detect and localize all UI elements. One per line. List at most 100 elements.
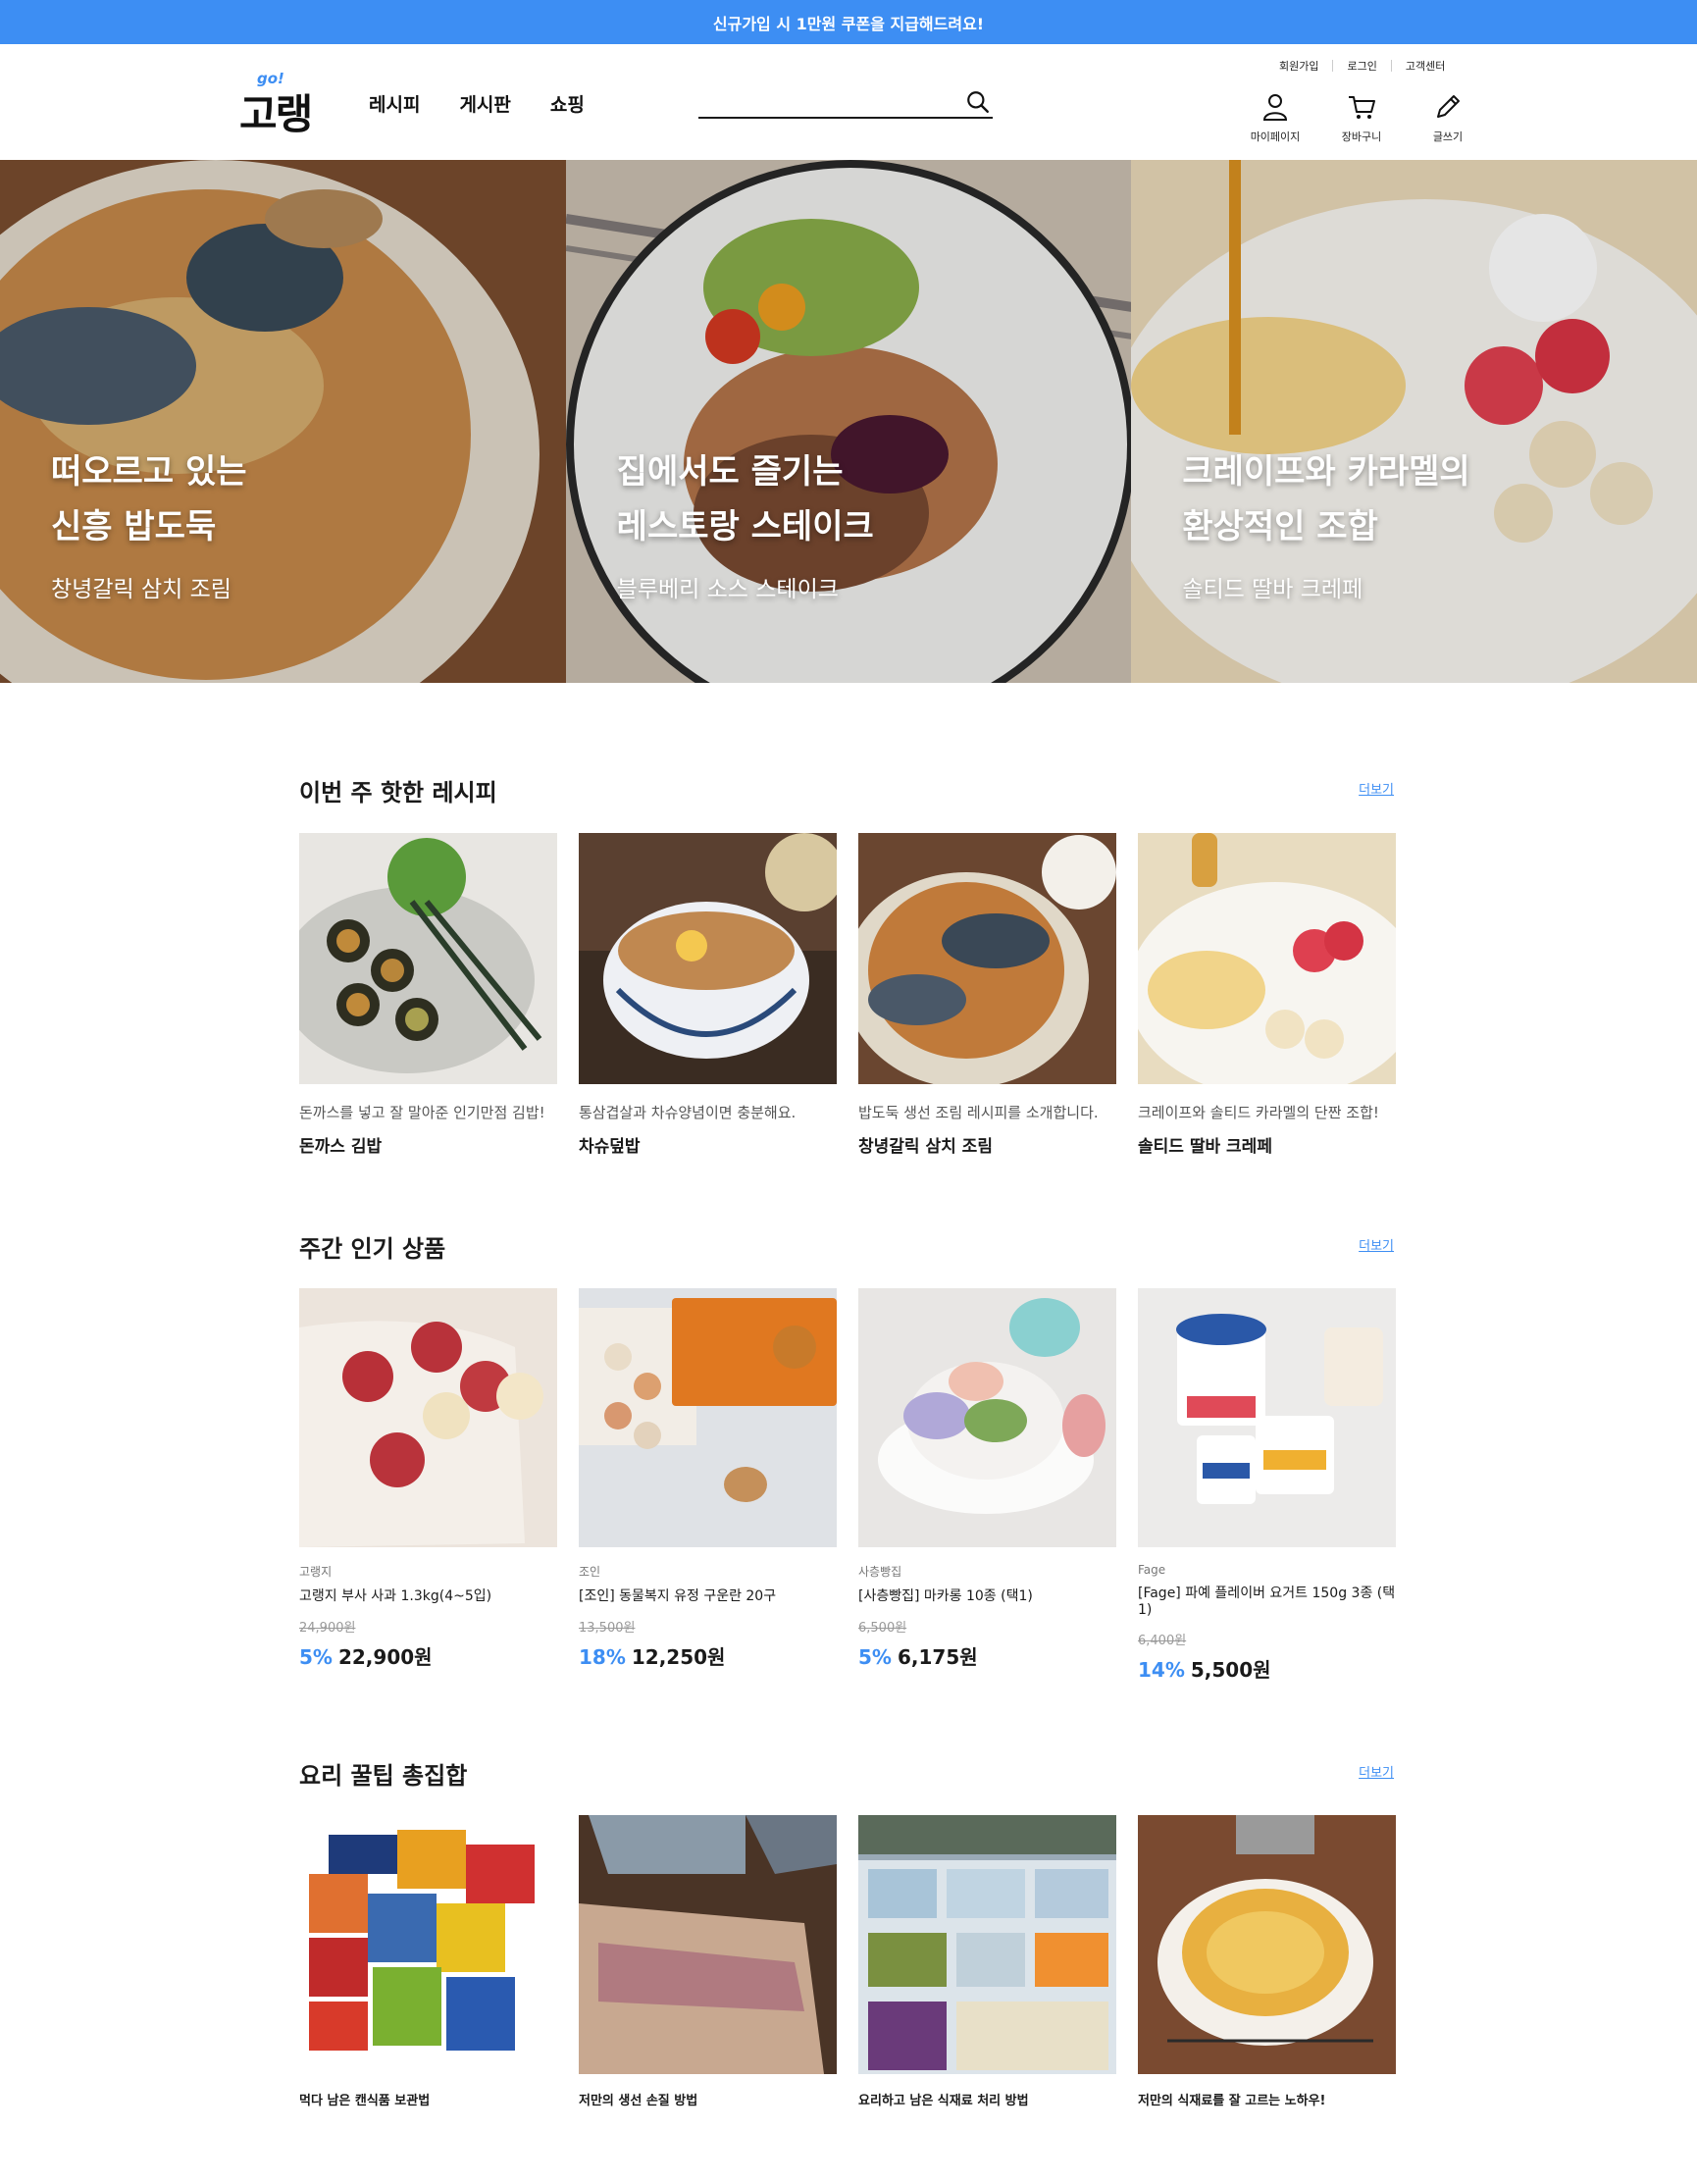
hero-slide-crepe[interactable]: 크레이프와 카라멜의 환상적인 조합 솔티드 딸바 크레페 <box>1131 160 1697 683</box>
product-list: 고랭지 고랭지 부사 사과 1.3kg(4~5입) 24,900원 5% 22,9… <box>299 1288 1396 1683</box>
tip-title: 먹다 남은 캔식품 보관법 <box>299 2094 431 2108</box>
products-section-header: 주간 인기 상품 더보기 <box>299 1229 1394 1269</box>
recipes-more-link[interactable]: 더보기 <box>1359 779 1394 798</box>
salted-strawberry-banana-crepe-image <box>1138 833 1396 1084</box>
tip-card[interactable]: 저만의 생선 손질 방법 <box>579 1815 837 2108</box>
price-value: 6,175원 <box>897 1645 978 1669</box>
nav-item-recipes[interactable]: 레시피 <box>369 90 420 117</box>
price-value: 12,250원 <box>631 1645 726 1669</box>
logo-name: 고랭 <box>239 90 313 138</box>
product-thumbnail <box>299 1288 557 1547</box>
hero-slide-steak[interactable]: 집에서도 즐기는 레스토랑 스테이크 블루베리 소스 스테이크 <box>565 160 1132 683</box>
product-card[interactable]: Fage [Fage] 파예 플레이버 요거트 150g 3종 (택1) 6,4… <box>1138 1288 1396 1683</box>
price-value: 22,900원 <box>337 1645 433 1669</box>
canned-food-image <box>299 1815 557 2074</box>
roasted-eggs-image <box>579 1288 837 1547</box>
nav-item-shopping[interactable]: 쇼핑 <box>550 90 585 117</box>
tip-title: 저만의 식재료를 잘 고르는 노하우! <box>1138 2094 1326 2108</box>
product-thumbnail <box>579 1288 837 1547</box>
products-more-link[interactable]: 더보기 <box>1359 1235 1394 1254</box>
recipe-title: 솔티드 딸바 크레페 <box>1138 1137 1272 1157</box>
recipe-description: 돈까스를 넣고 잘 말아준 인기만점 김밥! <box>299 1104 545 1121</box>
product-card[interactable]: 고랭지 고랭지 부사 사과 1.3kg(4~5입) 24,900원 5% 22,9… <box>299 1288 557 1683</box>
sale-price: 5% 22,900원 <box>299 1641 557 1670</box>
sale-price: 18% 12,250원 <box>579 1641 837 1670</box>
user-icon <box>1262 94 1288 121</box>
product-card[interactable]: 사층빵집 [사층빵집] 마카롱 10종 (택1) 6,500원 5% 6,175원 <box>858 1288 1116 1683</box>
login-link[interactable]: 로그인 <box>1333 58 1390 74</box>
logo[interactable]: go! 고랭 <box>239 70 318 138</box>
cart-button[interactable]: 장바구니 <box>1318 91 1405 144</box>
discount-rate: 18% <box>579 1645 626 1669</box>
original-price: 24,900원 <box>299 1621 356 1636</box>
tip-card[interactable]: 요리하고 남은 식재료 처리 방법 <box>858 1815 1116 2108</box>
recipe-thumbnail <box>1138 833 1396 1084</box>
search-bar <box>698 89 993 119</box>
tip-thumbnail <box>299 1815 557 2074</box>
nav-item-board[interactable]: 게시판 <box>459 90 510 117</box>
quick-menu: 마이페이지 장바구니 글쓰기 <box>1232 91 1491 144</box>
discount-rate: 5% <box>858 1645 892 1669</box>
discount-rate: 14% <box>1138 1658 1185 1682</box>
mypage-button[interactable]: 마이페이지 <box>1232 91 1318 144</box>
recipe-card[interactable]: 통삼겹살과 차슈양념이면 충분해요. 차슈덮밥 <box>579 833 837 1157</box>
recipe-title: 차슈덮밥 <box>579 1137 641 1157</box>
yogurt-image <box>1138 1288 1396 1547</box>
tonkatsu-gimbap-image <box>299 833 557 1084</box>
product-brand: 고랭지 <box>299 1565 333 1579</box>
sale-price: 5% 6,175원 <box>858 1641 1116 1670</box>
fish-fillet-image <box>579 1815 837 2074</box>
chashu-rice-bowl-image <box>579 833 837 1084</box>
hero-slide-braised-fish[interactable]: 떠오르고 있는 신흥 밥도둑 창녕갈릭 삼치 조림 <box>0 160 566 683</box>
customer-center-link[interactable]: 고객센터 <box>1392 58 1459 74</box>
recipe-thumbnail <box>858 833 1116 1084</box>
recipe-description: 밥도둑 생선 조림 레시피를 소개합니다. <box>858 1104 1099 1121</box>
product-card[interactable]: 조인 [조인] 동물복지 유정 구운란 20구 13,500원 18% 12,25… <box>579 1288 837 1683</box>
recipe-description: 통삼겹살과 차슈양념이면 충분해요. <box>579 1104 797 1121</box>
original-price: 6,400원 <box>1138 1634 1187 1648</box>
product-name: [Fage] 파예 플레이버 요거트 150g 3종 (택1) <box>1138 1586 1396 1618</box>
recipe-thumbnail <box>579 833 837 1084</box>
discount-rate: 5% <box>299 1645 333 1669</box>
hero-title: 집에서도 즐기는 레스토랑 스테이크 <box>616 452 874 546</box>
recipe-card[interactable]: 밥도둑 생선 조림 레시피를 소개합니다. 창녕갈릭 삼치 조림 <box>858 833 1116 1157</box>
tip-card[interactable]: 먹다 남은 캔식품 보관법 <box>299 1815 557 2108</box>
tip-title: 저만의 생선 손질 방법 <box>579 2094 698 2108</box>
steak-image <box>565 160 1132 683</box>
mypage-label: 마이페이지 <box>1250 130 1301 143</box>
pencil-icon <box>1437 95 1460 118</box>
product-thumbnail <box>1138 1288 1396 1547</box>
write-button[interactable]: 글쓰기 <box>1405 91 1491 144</box>
macaron-image <box>858 1288 1116 1547</box>
cart-label: 장바구니 <box>1341 130 1382 143</box>
braised-fish-image <box>0 160 566 683</box>
section-title: 이번 주 핫한 레시피 <box>299 779 497 806</box>
original-price: 13,500원 <box>579 1621 636 1636</box>
recipe-card[interactable]: 돈까스를 넣고 잘 말아준 인기만점 김밥! 돈까스 김밥 <box>299 833 557 1157</box>
search-icon[interactable] <box>965 89 991 115</box>
tip-card[interactable]: 저만의 식재료를 잘 고르는 노하우! <box>1138 1815 1396 2108</box>
recipe-description: 크레이프와 솔티드 카라멜의 단짠 조합! <box>1138 1104 1379 1121</box>
recipe-card[interactable]: 크레이프와 솔티드 카라멜의 단짠 조합! 솔티드 딸바 크레페 <box>1138 833 1396 1157</box>
search-input[interactable] <box>698 89 953 115</box>
signup-promo-banner[interactable]: 신규가입 시 1만원 쿠폰을 지급해드려요! <box>0 0 1697 44</box>
site-header: go! 고랭 레시피 게시판 쇼핑 회원가입 로그인 고객센터 마이페이지 장바… <box>0 44 1697 160</box>
utility-links: 회원가입 로그인 고객센터 <box>1265 58 1459 74</box>
product-name: [조인] 동물복지 유정 구운란 20구 <box>579 1588 777 1604</box>
recipe-title: 돈까스 김밥 <box>299 1137 383 1157</box>
braised-mackerel-image <box>858 833 1116 1084</box>
tip-thumbnail <box>858 1815 1116 2074</box>
original-price: 6,500원 <box>858 1621 907 1636</box>
product-thumbnail <box>858 1288 1116 1547</box>
tips-more-link[interactable]: 더보기 <box>1359 1762 1394 1781</box>
cart-icon <box>1349 96 1375 119</box>
recipe-list: 돈까스를 넣고 잘 말아준 인기만점 김밥! 돈까스 김밥 통삼겹살과 차슈양념… <box>299 833 1396 1157</box>
price-value: 5,500원 <box>1190 1658 1271 1682</box>
tips-section-header: 요리 꿀팁 총집합 더보기 <box>299 1756 1394 1795</box>
hero-subtitle: 창녕갈릭 삼치 조림 <box>51 577 231 602</box>
signup-link[interactable]: 회원가입 <box>1265 58 1332 74</box>
tip-list: 먹다 남은 캔식품 보관법 저만의 생선 손질 방법 요리하고 남은 식재료 처… <box>299 1815 1396 2108</box>
tip-thumbnail <box>579 1815 837 2074</box>
recipe-thumbnail <box>299 833 557 1084</box>
hero-title: 떠오르고 있는 신흥 밥도둑 <box>51 452 247 546</box>
